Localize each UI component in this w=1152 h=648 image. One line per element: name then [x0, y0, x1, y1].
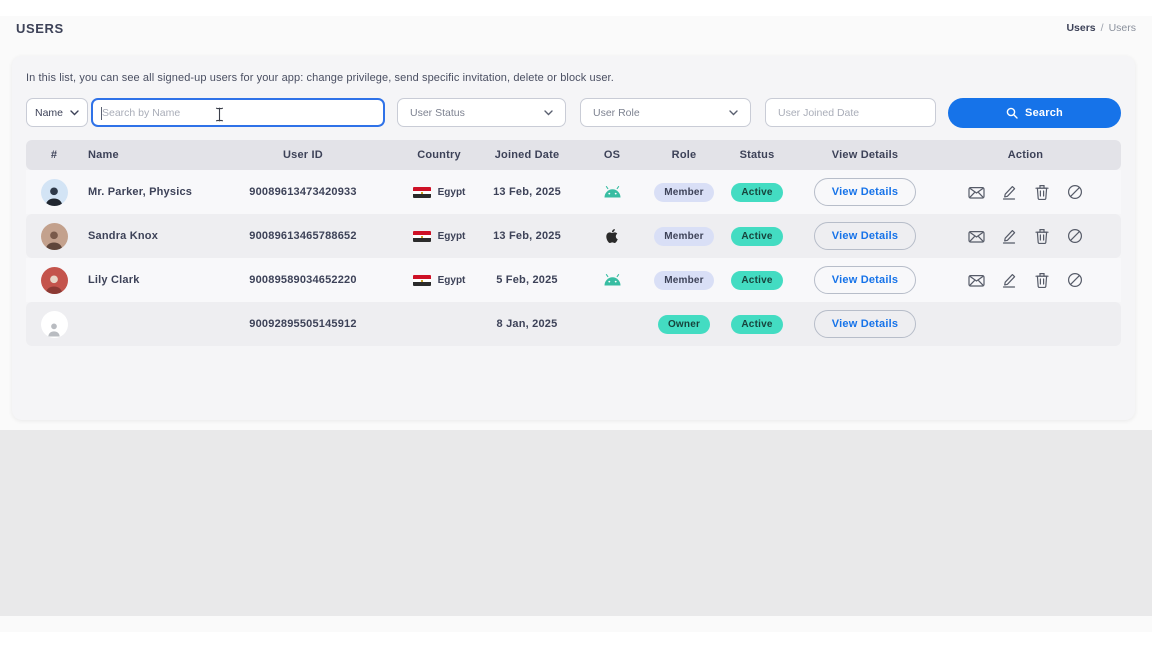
status-badge: Active	[731, 227, 782, 246]
user-name: Mr. Parker, Physics	[82, 186, 212, 198]
avatar	[41, 179, 68, 206]
person-photo-icon	[43, 184, 65, 206]
top-bar: USERS Users / Users	[0, 0, 1152, 56]
user-id: 90089613473420933	[212, 186, 394, 198]
col-name: Name	[82, 149, 212, 161]
user-role-select[interactable]: User Role	[580, 98, 751, 127]
breadcrumb-current: Users	[1109, 22, 1136, 34]
card-description: In this list, you can see all signed-up …	[26, 72, 1121, 84]
col-index: #	[26, 149, 82, 161]
search-button-label: Search	[1025, 107, 1063, 119]
edit-icon[interactable]	[1000, 271, 1018, 289]
col-action: Action	[930, 149, 1121, 161]
user-id: 90092895505145912	[212, 318, 394, 330]
joined-date: 13 Feb, 2025	[484, 186, 570, 198]
search-input[interactable]	[93, 100, 383, 125]
col-joined-date: Joined Date	[484, 149, 570, 161]
user-id: 90089613465788652	[212, 230, 394, 242]
role-badge: Member	[654, 271, 714, 290]
egypt-flag-icon	[413, 231, 431, 242]
breadcrumb-separator: /	[1101, 22, 1104, 34]
user-id: 90089589034652220	[212, 274, 394, 286]
country-label: Egypt	[438, 187, 466, 198]
col-user-id: User ID	[212, 149, 394, 161]
role-badge: Member	[654, 183, 714, 202]
page-title: USERS	[16, 21, 64, 36]
ibeam-cursor	[215, 107, 224, 122]
user-status-select-label: User Status	[410, 107, 465, 119]
chevron-down-icon	[729, 110, 738, 116]
table-header: # Name User ID Country Joined Date OS Ro…	[26, 140, 1121, 170]
table-body: Mr. Parker, Physics 90089613473420933 Eg…	[26, 170, 1121, 346]
joined-date-input[interactable]	[778, 107, 923, 119]
android-icon	[603, 274, 622, 286]
chevron-down-icon	[70, 110, 79, 116]
status-badge: Active	[731, 271, 782, 290]
status-badge: Active	[731, 183, 782, 202]
user-role-select-label: User Role	[593, 107, 640, 119]
status-badge: Active	[731, 315, 782, 334]
block-icon[interactable]	[1066, 183, 1084, 201]
joined-date: 5 Feb, 2025	[484, 274, 570, 286]
user-status-select[interactable]: User Status	[397, 98, 566, 127]
egypt-flag-icon	[413, 275, 431, 286]
search-input-wrapper	[91, 98, 385, 127]
person-photo-icon	[43, 228, 65, 250]
table-row: Mr. Parker, Physics 90089613473420933 Eg…	[26, 170, 1121, 214]
view-details-button[interactable]: View Details	[814, 178, 916, 206]
view-details-button[interactable]: View Details	[814, 310, 916, 338]
avatar	[41, 267, 68, 294]
user-name: Lily Clark	[82, 274, 212, 286]
egypt-flag-icon	[413, 187, 431, 198]
search-button[interactable]: Search	[948, 98, 1121, 128]
col-role: Role	[654, 149, 714, 161]
text-caret	[101, 107, 102, 120]
lower-page-background	[0, 430, 1152, 616]
col-country: Country	[394, 149, 484, 161]
view-details-button[interactable]: View Details	[814, 222, 916, 250]
table-row: Lily Clark 90089589034652220 Egypt 5 Feb…	[26, 258, 1121, 302]
role-badge: Member	[654, 227, 714, 246]
delete-icon[interactable]	[1033, 271, 1051, 289]
joined-date-input-wrapper	[765, 98, 936, 127]
role-badge: Owner	[658, 315, 710, 334]
joined-date: 13 Feb, 2025	[484, 230, 570, 242]
user-name: Sandra Knox	[82, 230, 212, 242]
col-status: Status	[714, 149, 800, 161]
person-photo-icon	[43, 272, 65, 294]
view-details-button[interactable]: View Details	[814, 266, 916, 294]
col-os: OS	[570, 149, 654, 161]
mail-icon[interactable]	[967, 227, 985, 245]
users-card: In this list, you can see all signed-up …	[12, 56, 1135, 420]
country-label: Egypt	[438, 275, 466, 286]
filter-bar: Name User Status User Role Search	[26, 98, 1121, 127]
joined-date: 8 Jan, 2025	[484, 318, 570, 330]
table-row: 90092895505145912 8 Jan, 2025 Owner Acti…	[26, 302, 1121, 346]
edit-icon[interactable]	[1000, 183, 1018, 201]
breadcrumb: Users / Users	[1066, 22, 1136, 34]
chevron-down-icon	[544, 110, 553, 116]
search-field-selector[interactable]: Name	[26, 98, 88, 127]
country-label: Egypt	[438, 231, 466, 242]
person-placeholder-icon	[45, 320, 63, 338]
breadcrumb-root[interactable]: Users	[1066, 22, 1095, 34]
edit-icon[interactable]	[1000, 227, 1018, 245]
block-icon[interactable]	[1066, 227, 1084, 245]
apple-icon	[605, 228, 619, 244]
table-row: Sandra Knox 90089613465788652 Egypt 13 F…	[26, 214, 1121, 258]
mail-icon[interactable]	[967, 183, 985, 201]
delete-icon[interactable]	[1033, 227, 1051, 245]
avatar	[41, 223, 68, 250]
search-icon	[1006, 107, 1018, 119]
search-field-selector-label: Name	[35, 107, 63, 119]
col-view-details: View Details	[800, 149, 930, 161]
avatar-placeholder	[41, 311, 68, 338]
android-icon	[603, 186, 622, 198]
delete-icon[interactable]	[1033, 183, 1051, 201]
block-icon[interactable]	[1066, 271, 1084, 289]
mail-icon[interactable]	[967, 271, 985, 289]
